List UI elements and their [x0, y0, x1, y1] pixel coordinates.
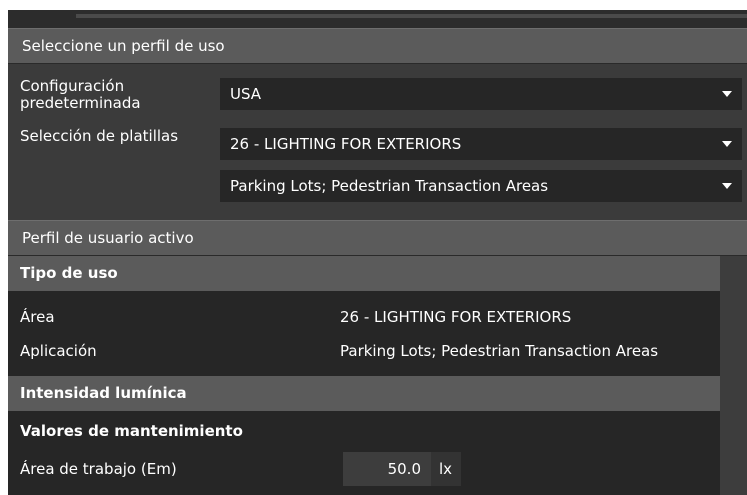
application-label: Aplicación	[20, 342, 97, 360]
light-intensity-header[interactable]: Intensidad lumínica	[8, 376, 720, 411]
chevron-down-icon	[722, 183, 732, 189]
default-config-dropdown[interactable]: USA	[220, 78, 742, 110]
usage-type-header[interactable]: Tipo de uso	[8, 256, 720, 291]
subtemplate-value: Parking Lots; Pedestrian Transaction Are…	[230, 177, 549, 195]
chevron-down-icon	[722, 91, 732, 97]
vertical-scrollbar[interactable]	[720, 256, 747, 495]
top-divider	[76, 14, 747, 18]
template-label: Selección de platillas	[20, 127, 179, 145]
application-value: Parking Lots; Pedestrian Transaction Are…	[340, 342, 659, 360]
usage-profile-header[interactable]: Seleccione un perfil de uso	[8, 28, 747, 64]
area-label: Área	[20, 308, 55, 326]
lighting-profile-panel: Seleccione un perfil de uso Configuració…	[8, 10, 747, 495]
work-area-label: Área de trabajo (Em)	[20, 460, 177, 478]
active-profile-header[interactable]: Perfil de usuario activo	[8, 220, 747, 256]
active-profile-content: Tipo de uso Área 26 - LIGHTING FOR EXTER…	[8, 256, 747, 495]
work-area-input[interactable]: 50.0	[343, 452, 431, 486]
default-config-value: USA	[230, 85, 262, 103]
chevron-down-icon	[722, 141, 732, 147]
maintenance-values-header: Valores de mantenimiento	[20, 422, 243, 440]
area-value: 26 - LIGHTING FOR EXTERIORS	[340, 308, 572, 326]
usage-profile-form: Configuración predeterminada USA Selecci…	[8, 64, 747, 220]
work-area-unit: lx	[431, 452, 461, 486]
template-value: 26 - LIGHTING FOR EXTERIORS	[230, 135, 462, 153]
top-strip	[8, 10, 747, 28]
default-config-label: Configuración predeterminada	[20, 77, 141, 112]
subtemplate-dropdown[interactable]: Parking Lots; Pedestrian Transaction Are…	[220, 170, 742, 202]
template-dropdown[interactable]: 26 - LIGHTING FOR EXTERIORS	[220, 128, 742, 160]
